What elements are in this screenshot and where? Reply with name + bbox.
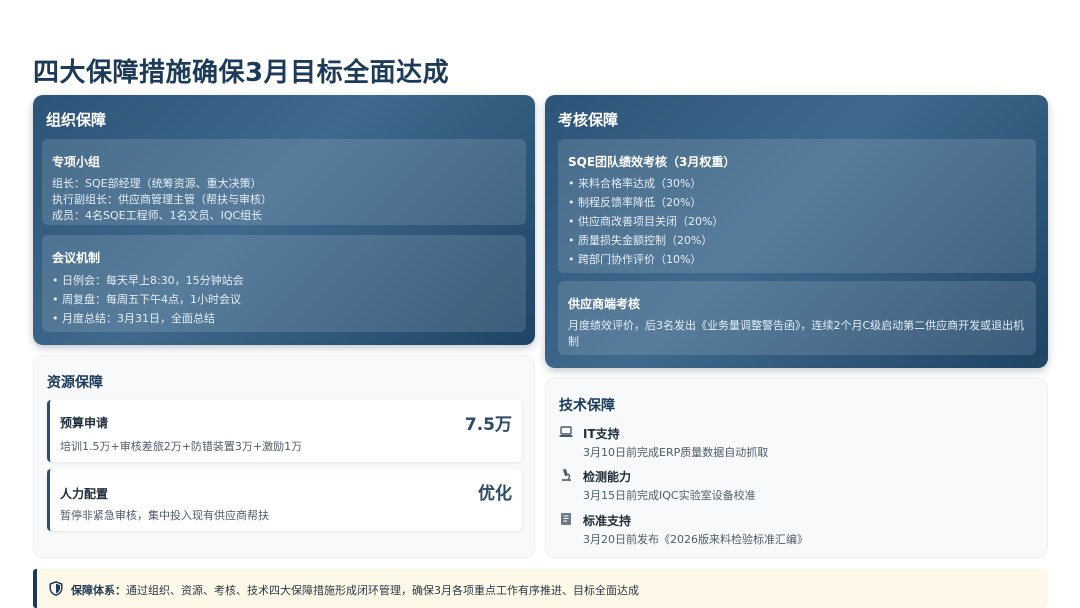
budget-title: 预算申请 (60, 416, 109, 430)
assess-card: 考核保障 SQE团队绩效考核（3月权重） • 来料合格率达成（30%） • 制程… (545, 95, 1048, 368)
resource-card-title: 资源保障 (47, 375, 103, 391)
summary-body: 通过组织、资源、考核、技术四大保障措施形成闭环管理，确保3月各项重点工作有序推进… (126, 584, 639, 597)
org-card: 组织保障 专项小组 组长：SQE部经理（统筹资源、重大决策） 执行副组长：供应商… (33, 95, 535, 345)
tech-item-title: IT支持 (583, 427, 620, 441)
page-title: 四大保障措施确保3月目标全面达成 (33, 58, 450, 88)
meeting-line: • 日例会：每天早上8:30，15分钟站会 (52, 274, 244, 287)
team-title: 专项小组 (52, 155, 101, 169)
team-line: 成员：4名SQE工程师、1名文员、IQC组长 (52, 209, 263, 222)
tech-card: 技术保障 IT支持 3月10日前完成ERP质量数据自动抓取 检测能力 3月15日… (545, 378, 1048, 558)
sqe-title: SQE团队绩效考核（3月权重） (568, 155, 736, 169)
sqe-panel: SQE团队绩效考核（3月权重） • 来料合格率达成（30%） • 制程反馈率降低… (558, 139, 1036, 273)
summary-bar: 保障体系：通过组织、资源、考核、技术四大保障措施形成闭环管理，确保3月各项重点工… (33, 569, 1048, 608)
staff-item: 人力配置 优化 暂停非紧急审核，集中投入现有供应商帮扶 (47, 469, 522, 531)
budget-value: 7.5万 (464, 415, 512, 435)
team-line: 执行副组长：供应商管理主管（帮扶与审核） (52, 193, 272, 206)
sqe-line: • 供应商改善项目关闭（20%） (568, 215, 724, 228)
tech-item-title: 检测能力 (583, 470, 632, 484)
shield-icon (49, 581, 63, 596)
supplier-panel: 供应商端考核 月度绩效评价，后3名发出《业务量调整警告函》，连续2个月C级启动第… (558, 281, 1036, 355)
team-panel: 专项小组 组长：SQE部经理（统筹资源、重大决策） 执行副组长：供应商管理主管（… (42, 139, 526, 225)
staff-value: 优化 (478, 484, 512, 504)
laptop-icon (559, 426, 573, 437)
staff-title: 人力配置 (60, 487, 109, 501)
summary-text: 保障体系：通过组织、资源、考核、技术四大保障措施形成闭环管理，确保3月各项重点工… (71, 582, 639, 598)
meeting-title: 会议机制 (52, 251, 101, 265)
sqe-line: • 跨部门协作评价（10%） (568, 253, 702, 266)
meeting-line: • 月度总结：3月31日，全面总结 (52, 312, 215, 325)
budget-desc: 培训1.5万+审核差旅2万+防错装置3万+激励1万 (60, 440, 303, 453)
assess-card-title: 考核保障 (558, 111, 619, 129)
book-icon (561, 513, 571, 525)
staff-desc: 暂停非紧急审核，集中投入现有供应商帮扶 (60, 509, 269, 522)
sqe-line: • 质量损失金额控制（20%） (568, 234, 713, 247)
team-line: 组长：SQE部经理（统筹资源、重大决策） (52, 177, 262, 190)
microscope-icon (562, 468, 571, 481)
tech-item-desc: 3月20日前发布《2026版来料检验标准汇编》 (583, 533, 808, 546)
supplier-line: 制 (568, 335, 579, 348)
supplier-title: 供应商端考核 (568, 297, 641, 311)
resource-card: 资源保障 预算申请 7.5万 培训1.5万+审核差旅2万+防错装置3万+激励1万… (33, 355, 535, 558)
tech-item-desc: 3月10日前完成ERP质量数据自动抓取 (583, 446, 769, 459)
summary-label: 保障体系： (71, 584, 126, 597)
supplier-line: 月度绩效评价，后3名发出《业务量调整警告函》，连续2个月C级启动第二供应商开发或… (568, 319, 1025, 332)
tech-card-title: 技术保障 (559, 398, 615, 414)
sqe-line: • 来料合格率达成（30%） (568, 177, 702, 190)
tech-item-title: 标准支持 (583, 514, 632, 528)
org-card-title: 组织保障 (46, 111, 107, 129)
meeting-panel: 会议机制 • 日例会：每天早上8:30，15分钟站会 • 周复盘：每周五下午4点… (42, 235, 526, 332)
tech-item-desc: 3月15日前完成IQC实验室设备校准 (583, 489, 756, 502)
meeting-line: • 周复盘：每周五下午4点，1小时会议 (52, 293, 241, 306)
sqe-line: • 制程反馈率降低（20%） (568, 196, 702, 209)
budget-item: 预算申请 7.5万 培训1.5万+审核差旅2万+防错装置3万+激励1万 (47, 400, 522, 462)
